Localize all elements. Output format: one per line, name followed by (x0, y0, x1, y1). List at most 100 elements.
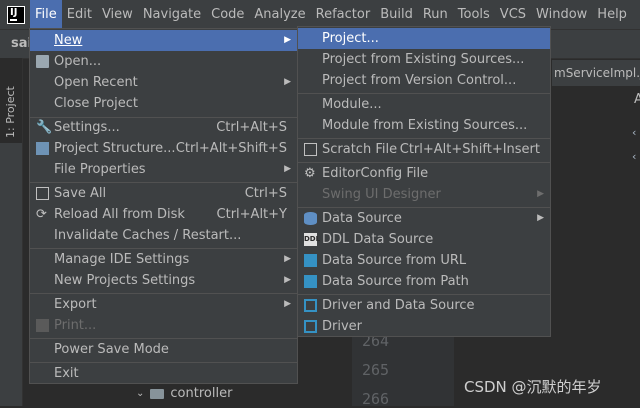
menu-item-scratch-file[interactable]: Scratch File Ctrl+Alt+Shift+Insert (298, 139, 550, 160)
scratch-file-icon (304, 143, 317, 156)
menu-item-label: File Properties (54, 162, 146, 177)
menu-item-label: Close Project (54, 96, 139, 111)
menu-navigate[interactable]: Navigate (138, 0, 206, 30)
menu-item-new[interactable]: New ▶ (30, 30, 297, 51)
submenu-arrow-icon: ▶ (284, 299, 291, 309)
path-icon (304, 275, 317, 288)
menu-item-label: Swing UI Designer (322, 187, 441, 202)
menu-item-module[interactable]: Module... (298, 94, 550, 115)
menu-item-data-source-path[interactable]: Data Source from Path (298, 271, 550, 292)
menu-item-open-recent[interactable]: Open Recent ▶ (30, 72, 297, 93)
menu-item-new-projects-settings[interactable]: New Projects Settings ▶ (30, 270, 297, 291)
menu-item-label: Power Save Mode (54, 342, 169, 357)
menu-item-editorconfig[interactable]: ⚙ EditorConfig File (298, 163, 550, 184)
menu-item-label: Driver and Data Source (322, 298, 475, 313)
menu-item-module-from-existing[interactable]: Module from Existing Sources... (298, 115, 550, 136)
submenu-arrow-icon: ▶ (537, 189, 544, 199)
printer-icon (36, 319, 49, 332)
menu-item-label: Open Recent (54, 75, 138, 90)
submenu-arrow-icon: ▶ (537, 213, 544, 223)
menu-item-label: Reload All from Disk (54, 207, 185, 222)
driver-icon (304, 299, 317, 312)
menu-item-label: Manage IDE Settings (54, 252, 190, 267)
menu-item-label: Save All (54, 186, 107, 201)
menu-help[interactable]: Help (592, 0, 632, 30)
menu-item-settings[interactable]: 🔧 Settings... Ctrl+Alt+S (30, 117, 297, 138)
shortcut-label: Ctrl+Alt+Shift+S (175, 141, 287, 156)
intellij-logo-icon[interactable]: IJ (7, 5, 25, 24)
url-icon (304, 254, 317, 267)
shortcut-label: Ctrl+Alt+Shift+Insert (399, 142, 540, 157)
menu-item-label: New (54, 33, 83, 48)
menu-item-close-project[interactable]: Close Project (30, 93, 297, 114)
line-number: 265 (362, 361, 390, 379)
menu-item-label: Data Source from URL (322, 253, 467, 268)
menu-item-label: Project from Version Control... (322, 73, 517, 88)
menu-item-label: Project from Existing Sources... (322, 52, 525, 67)
driver-icon (304, 320, 317, 333)
shortcut-label: Ctrl+S (244, 186, 287, 201)
project-tool-tab[interactable]: 1: Project (0, 58, 22, 143)
menu-item-label: Exit (54, 366, 79, 381)
line-number: 266 (362, 390, 390, 408)
menu-item-print: Print... (30, 315, 297, 336)
fold-marker-icon[interactable]: ‹ (632, 150, 638, 163)
menu-item-export[interactable]: Export ▶ (30, 294, 297, 315)
tree-item-label: controller (170, 386, 233, 401)
editor-text-fragment: A (634, 92, 640, 107)
menu-item-label: Scratch File (322, 142, 398, 157)
shortcut-label: Ctrl+Alt+S (216, 120, 287, 135)
menu-item-label: DDL Data Source (322, 232, 434, 247)
ddl-icon: DDL (304, 233, 320, 246)
save-icon (36, 187, 49, 200)
menu-item-ddl-data-source[interactable]: DDL DDL Data Source (298, 229, 550, 250)
chevron-down-icon[interactable]: ⌄ (136, 388, 144, 399)
menu-edit[interactable]: Edit (62, 0, 97, 30)
menu-item-label: Module... (322, 97, 382, 112)
menu-item-power-save-mode[interactable]: Power Save Mode (30, 339, 297, 360)
menu-item-reload[interactable]: ⟳ Reload All from Disk Ctrl+Alt+Y (30, 204, 297, 225)
submenu-arrow-icon: ▶ (284, 254, 291, 264)
watermark: CSDN @沉默的年岁 (464, 378, 602, 396)
menu-item-project-from-existing[interactable]: Project from Existing Sources... (298, 49, 550, 70)
menu-item-file-properties[interactable]: File Properties ▶ (30, 159, 297, 180)
menu-view[interactable]: View (97, 0, 138, 30)
gear-icon: ⚙ (304, 166, 316, 181)
menu-item-label: Data Source (322, 211, 402, 226)
menu-item-driver-and-data-source[interactable]: Driver and Data Source (298, 295, 550, 316)
menu-item-exit[interactable]: Exit (30, 363, 297, 384)
menu-item-label: Open... (54, 54, 102, 69)
project-structure-icon (36, 142, 49, 155)
folder-icon (150, 388, 165, 399)
menu-item-manage-ide-settings[interactable]: Manage IDE Settings ▶ (30, 249, 297, 270)
menu-item-data-source-url[interactable]: Data Source from URL (298, 250, 550, 271)
editor-tab[interactable]: mServiceImpl.ja (552, 60, 640, 87)
reload-icon: ⟳ (36, 207, 47, 222)
menu-item-label: Data Source from Path (322, 274, 469, 289)
menu-file[interactable]: File (30, 0, 62, 30)
fold-marker-icon[interactable]: ‹ (632, 126, 638, 139)
project-tool-tab-label: 1: Project (4, 86, 17, 138)
menu-item-new-project[interactable]: Project... (298, 28, 550, 49)
menu-item-swing-ui-designer: Swing UI Designer ▶ (298, 184, 550, 205)
new-submenu: Project... Project from Existing Sources… (297, 26, 551, 337)
menu-item-project-structure[interactable]: Project Structure... Ctrl+Alt+Shift+S (30, 138, 297, 159)
tree-item-controller[interactable]: ⌄ controller (136, 386, 232, 401)
submenu-arrow-icon: ▶ (284, 164, 291, 174)
menu-item-label: Module from Existing Sources... (322, 118, 528, 133)
menu-item-label: Export (54, 297, 97, 312)
menu-item-invalidate-caches[interactable]: Invalidate Caches / Restart... (30, 225, 297, 246)
database-icon (304, 212, 317, 225)
menu-code[interactable]: Code (206, 0, 249, 30)
file-menu: New ▶ Open... Open Recent ▶ Close Projec… (29, 28, 298, 384)
submenu-arrow-icon: ▶ (284, 35, 291, 45)
menu-item-open[interactable]: Open... (30, 51, 297, 72)
menu-item-driver[interactable]: Driver (298, 316, 550, 337)
wrench-icon: 🔧 (36, 120, 53, 135)
menu-item-save-all[interactable]: Save All Ctrl+S (30, 183, 297, 204)
menu-item-project-from-vcs[interactable]: Project from Version Control... (298, 70, 550, 91)
menu-item-label: Project Structure... (54, 141, 176, 156)
submenu-arrow-icon: ▶ (284, 275, 291, 285)
menu-item-data-source[interactable]: Data Source ▶ (298, 208, 550, 229)
menu-item-label: Invalidate Caches / Restart... (54, 228, 242, 243)
